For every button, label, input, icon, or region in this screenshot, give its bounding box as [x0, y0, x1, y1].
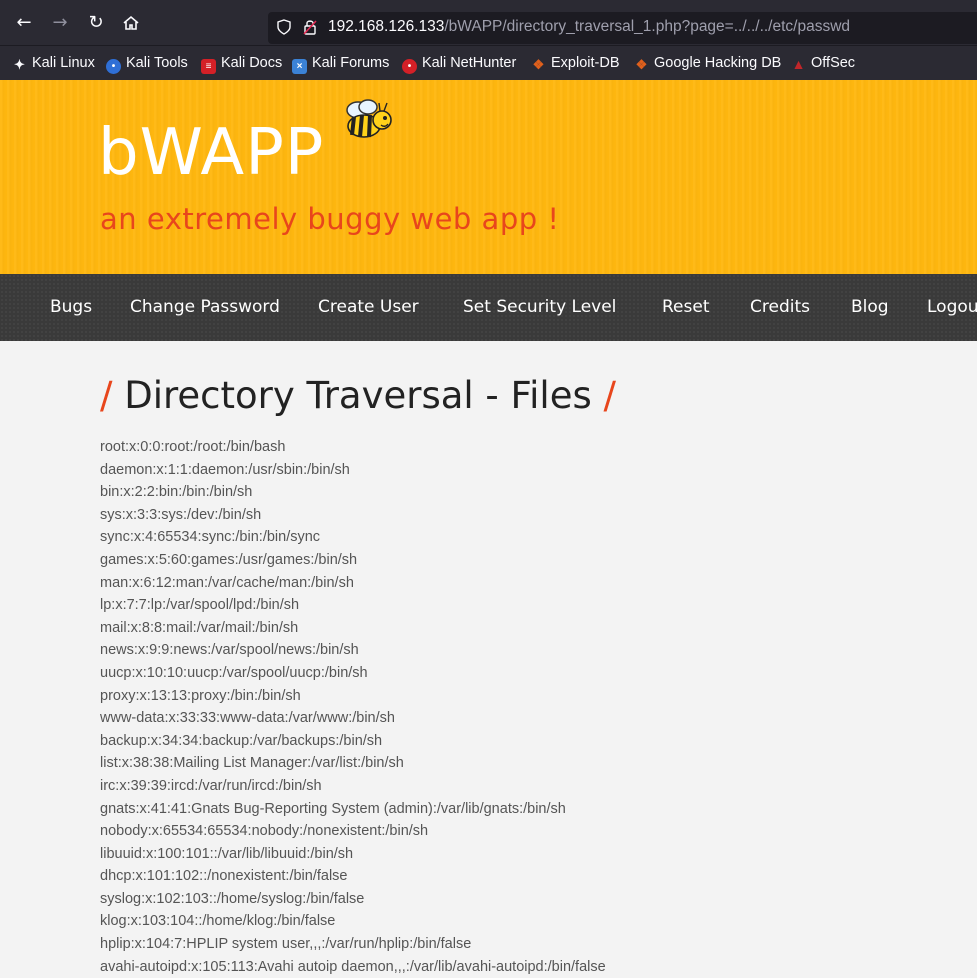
- bee-icon: [346, 99, 392, 138]
- insecure-lock-icon[interactable]: [302, 19, 318, 35]
- main-content: / Directory Traversal - Files / root:x:0…: [100, 372, 977, 975]
- offsec-icon: ▲: [791, 56, 806, 72]
- file-line: www-data:x:33:33:www-data:/var/www:/bin/…: [100, 710, 395, 727]
- file-line: lp:x:7:7:lp:/var/spool/lpd:/bin/sh: [100, 597, 300, 614]
- file-line: gnats:x:41:41:Gnats Bug-Reporting System…: [100, 800, 566, 817]
- bookmark-kali-linux[interactable]: ✦ Kali Linux: [12, 54, 95, 72]
- file-line: daemon:x:1:1:daemon:/usr/sbin:/bin/sh: [100, 461, 350, 478]
- file-line: proxy:x:13:13:proxy:/bin:/bin/sh: [100, 687, 301, 704]
- file-line: dhcp:x:101:102::/nonexistent:/bin/false: [100, 868, 348, 885]
- home-icon[interactable]: [118, 10, 144, 36]
- bookmark-exploit-db[interactable]: ❖ Exploit-DB: [531, 54, 620, 72]
- file-line: hplip:x:104:7:HPLIP system user,,,:/var/…: [100, 936, 472, 953]
- kali-docs-icon: ≡: [201, 59, 216, 74]
- nav-bugs[interactable]: Bugs: [50, 296, 92, 318]
- exploit-db-icon: ❖: [532, 57, 545, 72]
- nav-change-password[interactable]: Change Password: [130, 296, 280, 318]
- kali-forums-icon: ×: [292, 59, 307, 74]
- site-logo[interactable]: bWAPP: [98, 118, 324, 188]
- file-line: irc:x:39:39:ircd:/var/run/ircd:/bin/sh: [100, 777, 322, 794]
- back-arrow-icon[interactable]: ←: [11, 10, 37, 36]
- title-slash-left: /: [100, 374, 125, 417]
- file-line: list:x:38:38:Mailing List Manager:/var/l…: [100, 755, 404, 772]
- file-line: news:x:9:9:news:/var/spool/news:/bin/sh: [100, 642, 359, 659]
- bookmark-label: OffSec: [811, 55, 856, 71]
- file-line: backup:x:34:34:backup:/var/backups:/bin/…: [100, 732, 383, 749]
- bookmarks-toolbar: ✦ Kali Linux • Kali Tools ≡ Kali Docs × Kali…: [0, 46, 977, 80]
- url-text[interactable]: 192.168.126.133/bWAPP/directory_traversa…: [328, 18, 850, 36]
- page-title: / Directory Traversal - Files /: [100, 372, 977, 424]
- nav-reset[interactable]: Reset: [662, 296, 710, 318]
- file-line: man:x:6:12:man:/var/cache/man:/bin/sh: [100, 574, 354, 591]
- bookmark-kali-docs[interactable]: ≡ Kali Docs: [201, 54, 283, 74]
- bookmark-google-hacking-db[interactable]: ❖ Google Hacking DB: [634, 54, 782, 72]
- file-line: games:x:5:60:games:/usr/games:/bin/sh: [100, 551, 358, 568]
- bookmark-label: Kali Docs: [221, 55, 283, 71]
- nav-set-security-level[interactable]: Set Security Level: [463, 296, 616, 318]
- file-line: mail:x:8:8:mail:/var/mail:/bin/sh: [100, 619, 299, 636]
- file-line: uucp:x:10:10:uucp:/var/spool/uucp:/bin/s…: [100, 664, 368, 681]
- file-line: libuuid:x:100:101::/var/lib/libuuid:/bin…: [100, 845, 354, 862]
- nav-create-user[interactable]: Create User: [318, 296, 419, 318]
- google-hacking-db-icon: ❖: [635, 57, 648, 72]
- url-host: 192.168.126.133: [328, 18, 445, 35]
- bookmark-label: Kali Forums: [312, 55, 390, 71]
- file-line: avahi-autoipd:x:105:113:Avahi autoip dae…: [100, 958, 606, 975]
- file-line: klog:x:103:104::/home/klog:/bin/false: [100, 913, 336, 930]
- bookmark-kali-forums[interactable]: × Kali Forums: [292, 54, 390, 74]
- bookmark-label: Kali Linux: [32, 55, 95, 71]
- bookmark-kali-nethunter[interactable]: • Kali NetHunter: [402, 54, 517, 74]
- nav-blog[interactable]: Blog: [851, 296, 889, 318]
- main-nav: Bugs Change Password Create User Set Sec…: [0, 274, 977, 341]
- url-bar[interactable]: 192.168.126.133/bWAPP/directory_traversa…: [268, 12, 977, 44]
- reload-icon[interactable]: ↻: [83, 10, 109, 36]
- bookmark-label: Kali NetHunter: [422, 55, 517, 71]
- file-line: root:x:0:0:root:/root:/bin/bash: [100, 439, 286, 455]
- shield-icon[interactable]: [276, 19, 292, 35]
- bookmark-offsec[interactable]: ▲ OffSec: [791, 54, 856, 72]
- page-title-text: Directory Traversal - Files: [124, 374, 592, 417]
- kali-linux-icon: ✦: [14, 57, 25, 72]
- kali-tools-icon: •: [106, 59, 121, 74]
- nav-logout[interactable]: Logout: [927, 296, 977, 318]
- bookmark-label: Kali Tools: [126, 55, 188, 71]
- nav-credits[interactable]: Credits: [750, 296, 810, 318]
- file-line: sync:x:4:65534:sync:/bin:/bin/sync: [100, 529, 321, 546]
- site-header: bWAPP an extremely buggy web app !: [0, 80, 977, 274]
- file-line: sys:x:3:3:sys:/dev:/bin/sh: [100, 506, 262, 523]
- file-contents: root:x:0:0:root:/root:/bin/bash daemon:x:…: [100, 436, 606, 978]
- browser-toolbar: ← → ↻ 192.168.126.133/bWAPP/directory_tr…: [0, 0, 977, 46]
- bookmark-kali-tools[interactable]: • Kali Tools: [106, 54, 188, 74]
- title-slash-right: /: [591, 374, 616, 417]
- file-line: syslog:x:102:103::/home/syslog:/bin/fals…: [100, 890, 365, 907]
- file-line: bin:x:2:2:bin:/bin:/bin/sh: [100, 484, 253, 501]
- site-tagline: an extremely buggy web app !: [100, 202, 560, 236]
- forward-arrow-icon[interactable]: →: [47, 10, 73, 36]
- kali-nethunter-icon: •: [402, 59, 417, 74]
- file-line: nobody:x:65534:65534:nobody:/nonexistent…: [100, 823, 429, 840]
- bookmark-label: Google Hacking DB: [654, 55, 782, 71]
- bookmark-label: Exploit-DB: [551, 55, 620, 71]
- url-path: /bWAPP/directory_traversal_1.php?page=..…: [444, 18, 851, 35]
